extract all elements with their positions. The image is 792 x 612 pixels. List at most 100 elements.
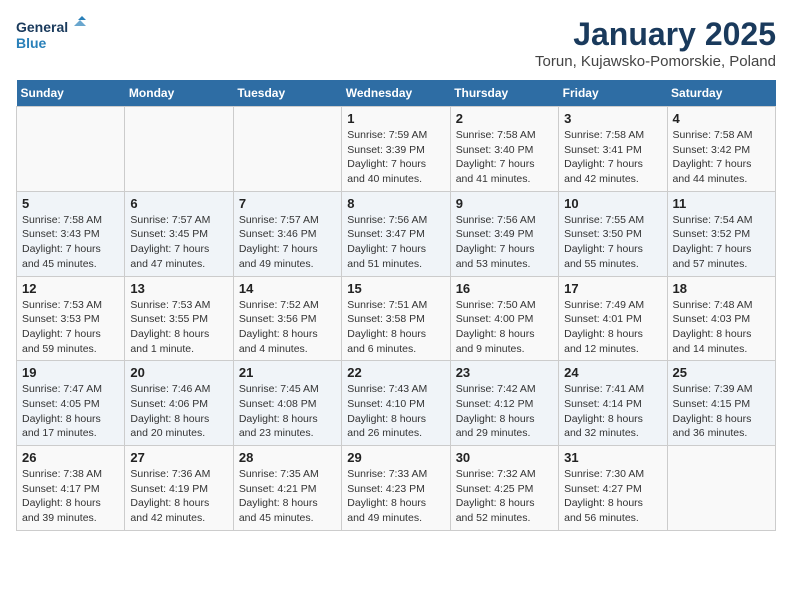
- col-saturday: Saturday: [667, 80, 775, 107]
- day-number: 20: [130, 365, 227, 380]
- day-info: Sunrise: 7:58 AM Sunset: 3:40 PM Dayligh…: [456, 128, 553, 187]
- calendar-cell: 10 Sunrise: 7:55 AM Sunset: 3:50 PM Dayli…: [559, 191, 667, 276]
- day-number: 16: [456, 281, 553, 296]
- day-info: Sunrise: 7:32 AM Sunset: 4:25 PM Dayligh…: [456, 467, 553, 526]
- day-number: 22: [347, 365, 444, 380]
- day-number: 10: [564, 196, 661, 211]
- col-tuesday: Tuesday: [233, 80, 341, 107]
- calendar-cell: [667, 446, 775, 531]
- day-number: 3: [564, 111, 661, 126]
- calendar-cell: 11 Sunrise: 7:54 AM Sunset: 3:52 PM Dayli…: [667, 191, 775, 276]
- calendar-cell: 24 Sunrise: 7:41 AM Sunset: 4:14 PM Dayli…: [559, 361, 667, 446]
- day-info: Sunrise: 7:48 AM Sunset: 4:03 PM Dayligh…: [673, 298, 770, 357]
- calendar-cell: 14 Sunrise: 7:52 AM Sunset: 3:56 PM Dayli…: [233, 276, 341, 361]
- calendar-cell: 31Sunrise: 7:30 AM Sunset: 4:27 PM Dayli…: [559, 446, 667, 531]
- day-number: 5: [22, 196, 119, 211]
- logo: General Blue: [16, 16, 86, 52]
- day-info: Sunrise: 7:33 AM Sunset: 4:23 PM Dayligh…: [347, 467, 444, 526]
- day-info: Sunrise: 7:57 AM Sunset: 3:45 PM Dayligh…: [130, 213, 227, 272]
- day-number: 18: [673, 281, 770, 296]
- day-info: Sunrise: 7:53 AM Sunset: 3:55 PM Dayligh…: [130, 298, 227, 357]
- day-number: 30: [456, 450, 553, 465]
- calendar-cell: 27Sunrise: 7:36 AM Sunset: 4:19 PM Dayli…: [125, 446, 233, 531]
- svg-text:General: General: [16, 19, 68, 35]
- calendar-cell: 13 Sunrise: 7:53 AM Sunset: 3:55 PM Dayli…: [125, 276, 233, 361]
- day-number: 26: [22, 450, 119, 465]
- day-number: 9: [456, 196, 553, 211]
- day-number: 14: [239, 281, 336, 296]
- col-wednesday: Wednesday: [342, 80, 450, 107]
- calendar-cell: 22 Sunrise: 7:43 AM Sunset: 4:10 PM Dayli…: [342, 361, 450, 446]
- calendar-cell: 6 Sunrise: 7:57 AM Sunset: 3:45 PM Daylig…: [125, 191, 233, 276]
- day-info: Sunrise: 7:35 AM Sunset: 4:21 PM Dayligh…: [239, 467, 336, 526]
- day-number: 12: [22, 281, 119, 296]
- day-info: Sunrise: 7:38 AM Sunset: 4:17 PM Dayligh…: [22, 467, 119, 526]
- day-number: 28: [239, 450, 336, 465]
- day-number: 13: [130, 281, 227, 296]
- calendar-cell: 12Sunrise: 7:53 AM Sunset: 3:53 PM Dayli…: [17, 276, 125, 361]
- calendar-cell: 28 Sunrise: 7:35 AM Sunset: 4:21 PM Dayli…: [233, 446, 341, 531]
- calendar-week-3: 12Sunrise: 7:53 AM Sunset: 3:53 PM Dayli…: [17, 276, 776, 361]
- day-info: Sunrise: 7:36 AM Sunset: 4:19 PM Dayligh…: [130, 467, 227, 526]
- day-number: 11: [673, 196, 770, 211]
- day-info: Sunrise: 7:55 AM Sunset: 3:50 PM Dayligh…: [564, 213, 661, 272]
- day-number: 7: [239, 196, 336, 211]
- day-number: 2: [456, 111, 553, 126]
- calendar-cell: 26 Sunrise: 7:38 AM Sunset: 4:17 PM Dayli…: [17, 446, 125, 531]
- day-number: 8: [347, 196, 444, 211]
- logo-svg: General Blue: [16, 16, 86, 52]
- day-info: Sunrise: 7:45 AM Sunset: 4:08 PM Dayligh…: [239, 382, 336, 441]
- day-info: Sunrise: 7:41 AM Sunset: 4:14 PM Dayligh…: [564, 382, 661, 441]
- day-info: Sunrise: 7:57 AM Sunset: 3:46 PM Dayligh…: [239, 213, 336, 272]
- calendar-week-5: 26 Sunrise: 7:38 AM Sunset: 4:17 PM Dayli…: [17, 446, 776, 531]
- day-number: 6: [130, 196, 227, 211]
- day-number: 19: [22, 365, 119, 380]
- day-info: Sunrise: 7:51 AM Sunset: 3:58 PM Dayligh…: [347, 298, 444, 357]
- calendar-week-2: 5 Sunrise: 7:58 AM Sunset: 3:43 PM Daylig…: [17, 191, 776, 276]
- day-info: Sunrise: 7:42 AM Sunset: 4:12 PM Dayligh…: [456, 382, 553, 441]
- calendar-cell: 18 Sunrise: 7:48 AM Sunset: 4:03 PM Dayli…: [667, 276, 775, 361]
- col-friday: Friday: [559, 80, 667, 107]
- calendar-cell: 7 Sunrise: 7:57 AM Sunset: 3:46 PM Daylig…: [233, 191, 341, 276]
- day-number: 15: [347, 281, 444, 296]
- calendar-cell: [125, 107, 233, 192]
- page-subtitle: Torun, Kujawsko-Pomorskie, Poland: [535, 53, 776, 70]
- day-info: Sunrise: 7:50 AM Sunset: 4:00 PM Dayligh…: [456, 298, 553, 357]
- col-sunday: Sunday: [17, 80, 125, 107]
- day-info: Sunrise: 7:54 AM Sunset: 3:52 PM Dayligh…: [673, 213, 770, 272]
- svg-text:Blue: Blue: [16, 35, 47, 51]
- calendar-cell: 30 Sunrise: 7:32 AM Sunset: 4:25 PM Dayli…: [450, 446, 558, 531]
- title-area: January 2025 Torun, Kujawsko-Pomorskie, …: [535, 16, 776, 70]
- col-thursday: Thursday: [450, 80, 558, 107]
- calendar-cell: 20 Sunrise: 7:46 AM Sunset: 4:06 PM Dayli…: [125, 361, 233, 446]
- calendar-cell: 1Sunrise: 7:59 AM Sunset: 3:39 PM Daylig…: [342, 107, 450, 192]
- day-info: Sunrise: 7:58 AM Sunset: 3:41 PM Dayligh…: [564, 128, 661, 187]
- calendar-cell: 17Sunrise: 7:49 AM Sunset: 4:01 PM Dayli…: [559, 276, 667, 361]
- day-number: 1: [347, 111, 444, 126]
- day-info: Sunrise: 7:43 AM Sunset: 4:10 PM Dayligh…: [347, 382, 444, 441]
- calendar-week-1: 1Sunrise: 7:59 AM Sunset: 3:39 PM Daylig…: [17, 107, 776, 192]
- header: General Blue January 2025 Torun, Kujawsk…: [16, 16, 776, 70]
- day-info: Sunrise: 7:46 AM Sunset: 4:06 PM Dayligh…: [130, 382, 227, 441]
- day-info: Sunrise: 7:39 AM Sunset: 4:15 PM Dayligh…: [673, 382, 770, 441]
- day-number: 4: [673, 111, 770, 126]
- day-info: Sunrise: 7:56 AM Sunset: 3:49 PM Dayligh…: [456, 213, 553, 272]
- calendar-cell: 23Sunrise: 7:42 AM Sunset: 4:12 PM Dayli…: [450, 361, 558, 446]
- day-info: Sunrise: 7:58 AM Sunset: 3:42 PM Dayligh…: [673, 128, 770, 187]
- day-info: Sunrise: 7:30 AM Sunset: 4:27 PM Dayligh…: [564, 467, 661, 526]
- day-info: Sunrise: 7:56 AM Sunset: 3:47 PM Dayligh…: [347, 213, 444, 272]
- day-info: Sunrise: 7:58 AM Sunset: 3:43 PM Dayligh…: [22, 213, 119, 272]
- calendar-week-4: 19Sunrise: 7:47 AM Sunset: 4:05 PM Dayli…: [17, 361, 776, 446]
- calendar-cell: 8 Sunrise: 7:56 AM Sunset: 3:47 PM Daylig…: [342, 191, 450, 276]
- calendar-cell: 2 Sunrise: 7:58 AM Sunset: 3:40 PM Daylig…: [450, 107, 558, 192]
- calendar-table: Sunday Monday Tuesday Wednesday Thursday…: [16, 80, 776, 531]
- calendar-cell: 3 Sunrise: 7:58 AM Sunset: 3:41 PM Daylig…: [559, 107, 667, 192]
- calendar-cell: 21Sunrise: 7:45 AM Sunset: 4:08 PM Dayli…: [233, 361, 341, 446]
- calendar-cell: 19Sunrise: 7:47 AM Sunset: 4:05 PM Dayli…: [17, 361, 125, 446]
- day-info: Sunrise: 7:49 AM Sunset: 4:01 PM Dayligh…: [564, 298, 661, 357]
- day-number: 24: [564, 365, 661, 380]
- calendar-cell: [233, 107, 341, 192]
- col-monday: Monday: [125, 80, 233, 107]
- calendar-cell: [17, 107, 125, 192]
- day-info: Sunrise: 7:52 AM Sunset: 3:56 PM Dayligh…: [239, 298, 336, 357]
